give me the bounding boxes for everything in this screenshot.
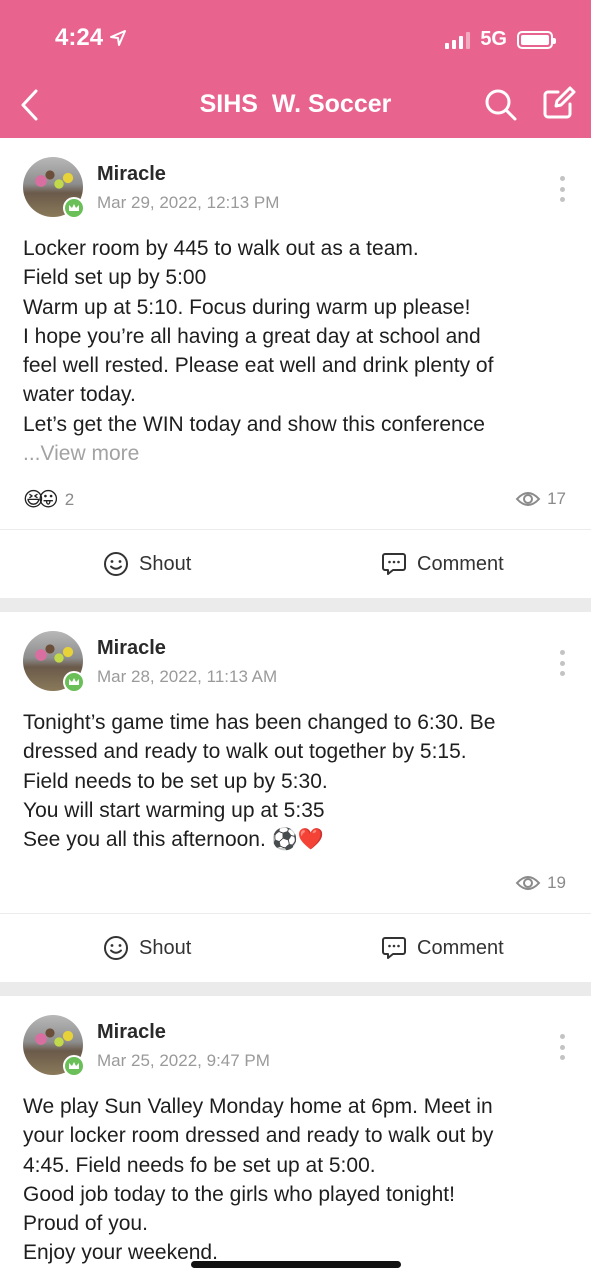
reaction-emoji-icon: 😆😛 <box>23 489 59 511</box>
more-options-icon[interactable] <box>552 176 572 202</box>
post-body: We play Sun Valley Monday home at 6pm. M… <box>23 1092 568 1268</box>
status-time-text: 4:24 <box>55 24 104 51</box>
post-line: feel well rested. Please eat well and dr… <box>23 354 494 378</box>
post-line: dressed and ready to walk out together b… <box>23 740 467 764</box>
shout-button[interactable]: Shout <box>103 551 191 577</box>
post-card[interactable]: Miracle Mar 28, 2022, 11:13 AM Tonight’s… <box>0 612 591 982</box>
post-line: We play Sun Valley Monday home at 6pm. M… <box>23 1095 493 1118</box>
eye-icon <box>515 492 541 506</box>
more-options-icon[interactable] <box>552 1034 572 1060</box>
search-icon[interactable] <box>484 88 518 122</box>
view-more-link[interactable]: ...View more <box>23 442 139 466</box>
home-indicator[interactable] <box>191 1261 401 1268</box>
comment-label: Comment <box>417 936 504 959</box>
post-line: water today. <box>23 383 136 407</box>
post-card[interactable]: Miracle Mar 29, 2022, 12:13 PM Locker ro… <box>0 138 591 598</box>
divider <box>0 913 591 914</box>
crown-icon <box>63 1055 85 1077</box>
post-line: Locker room by 445 to walk out as a team… <box>23 237 419 260</box>
post-line: Good job today to the girls who played t… <box>23 1182 455 1206</box>
view-count-value: 19 <box>547 873 566 892</box>
author-name[interactable]: Miracle <box>97 163 166 186</box>
shout-label: Shout <box>139 936 192 959</box>
crown-icon <box>63 197 85 219</box>
author-name[interactable]: Miracle <box>97 637 166 660</box>
signal-icon <box>445 31 471 49</box>
smiley-icon <box>104 552 128 576</box>
status-indicators: 5G <box>445 28 556 51</box>
view-count: 19 <box>515 873 566 893</box>
crown-icon <box>63 671 85 693</box>
post-line: See you all this afternoon. ⚽❤️ <box>23 828 324 852</box>
post-line: Tonight’s game time has been changed to … <box>23 711 496 734</box>
comment-icon <box>382 553 406 575</box>
more-options-icon[interactable] <box>552 650 572 676</box>
status-time: 4:24 <box>55 24 127 52</box>
post-line: Field needs to be set up by 5:30. <box>23 769 328 793</box>
post-line: Proud of you. <box>23 1212 148 1236</box>
location-arrow-icon <box>110 30 127 46</box>
post-date: Mar 25, 2022, 9:47 PM <box>97 1051 270 1070</box>
post-line: your locker room dressed and ready to wa… <box>23 1124 494 1148</box>
comment-icon <box>382 937 406 959</box>
compose-icon[interactable] <box>542 86 576 120</box>
post-line: Field set up by 5:00 <box>23 266 207 290</box>
shout-label: Shout <box>139 552 192 575</box>
view-count-value: 17 <box>547 489 566 508</box>
shout-button[interactable]: Shout <box>103 935 191 961</box>
post-line: You will start warming up at 5:35 <box>23 798 325 822</box>
post-line: 4:45. Field needs fo be set up at 5:00. <box>23 1153 376 1177</box>
post-line: Warm up at 5:10. Focus during warm up pl… <box>23 295 471 319</box>
comment-label: Comment <box>417 552 504 575</box>
post-line: Let’s get the WIN today and show this co… <box>23 412 485 436</box>
post-date: Mar 28, 2022, 11:13 AM <box>97 667 278 686</box>
post-body: Tonight’s game time has been changed to … <box>23 708 568 854</box>
post-body: Locker room by 445 to walk out as a team… <box>23 234 568 439</box>
post-date: Mar 29, 2022, 12:13 PM <box>97 193 280 212</box>
smiley-icon <box>104 936 128 960</box>
view-count: 17 <box>515 489 566 509</box>
reaction-count: 2 <box>64 489 75 509</box>
comment-button[interactable]: Comment <box>381 551 504 577</box>
post-card[interactable]: Miracle Mar 25, 2022, 9:47 PM We play Su… <box>0 996 591 1280</box>
eye-icon <box>515 876 541 890</box>
network-type: 5G <box>480 28 507 50</box>
app-header: 4:24 5G SIHS W. Soccer <box>0 0 591 138</box>
battery-icon <box>517 30 556 49</box>
divider <box>0 529 591 530</box>
post-line: I hope you’re all having a great day at … <box>23 324 481 348</box>
reactions[interactable]: 😆😛 2 <box>23 487 74 512</box>
author-name[interactable]: Miracle <box>97 1021 166 1044</box>
comment-button[interactable]: Comment <box>381 935 504 961</box>
